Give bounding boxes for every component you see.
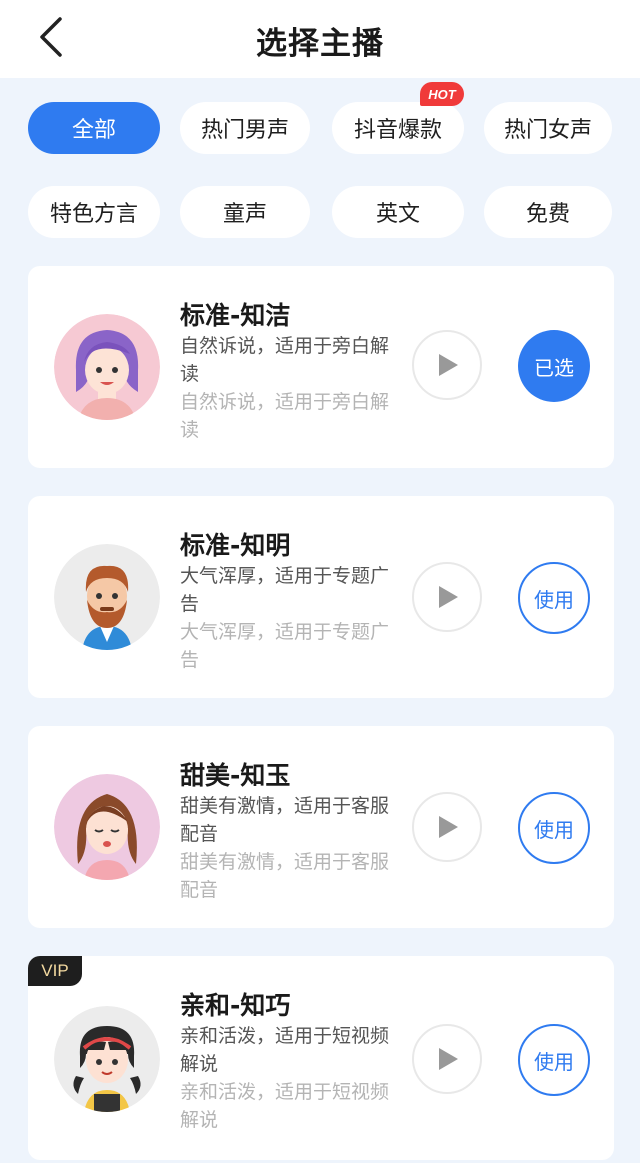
play-icon	[439, 354, 458, 376]
filter-chip-child[interactable]: 童声	[180, 186, 310, 238]
filter-chip-dialect[interactable]: 特色方言	[28, 186, 160, 238]
play-button[interactable]	[412, 792, 482, 862]
voice-description-secondary: 亲和活泼，适用于短视频解说	[180, 1081, 390, 1131]
page-title: 选择主播	[256, 26, 384, 62]
filter-chip-hot-male[interactable]: 热门男声	[180, 102, 310, 154]
use-button[interactable]: 使用	[518, 792, 590, 864]
play-button[interactable]	[412, 1024, 482, 1094]
play-button[interactable]	[412, 330, 482, 400]
sweet-girl-avatar-icon	[54, 774, 160, 880]
voice-name: 标准-知明	[180, 531, 291, 560]
voice-description-secondary: 甜美有激情，适用于客服配音	[180, 851, 390, 901]
voice-description-secondary: 自然诉说，适用于旁白解读	[180, 391, 390, 441]
use-button[interactable]: 使用	[518, 1024, 590, 1096]
voice-name: 甜美-知玉	[180, 761, 291, 790]
voice-card[interactable]: 甜美-知玉 甜美有激情，适用于客服配音 甜美有激情，适用于客服配音 使用	[28, 726, 614, 928]
header-bar: 选择主播	[0, 0, 640, 78]
child-girl-avatar-icon	[54, 1006, 160, 1112]
female-purple-hair-avatar-icon	[54, 314, 160, 420]
voice-description: 大气浑厚，适用于专题广告	[180, 565, 390, 615]
play-icon	[439, 1048, 458, 1070]
hot-badge: HOT	[420, 82, 464, 106]
avatar	[54, 1006, 160, 1112]
voice-description: 亲和活泼，适用于短视频解说	[180, 1025, 390, 1075]
play-button[interactable]	[412, 562, 482, 632]
voice-card[interactable]: 标准-知洁 自然诉说，适用于旁白解读 自然诉说，适用于旁白解读 已选	[28, 266, 614, 468]
filter-chip-english[interactable]: 英文	[332, 186, 464, 238]
voice-card[interactable]: 亲和-知巧 亲和活泼，适用于短视频解说 亲和活泼，适用于短视频解说 使用	[28, 956, 614, 1160]
filter-chip-hot-female[interactable]: 热门女声	[484, 102, 612, 154]
voice-description: 甜美有激情，适用于客服配音	[180, 795, 390, 845]
avatar	[54, 314, 160, 420]
use-button[interactable]: 使用	[518, 562, 590, 634]
avatar	[54, 774, 160, 880]
voice-description-secondary: 大气浑厚，适用于专题广告	[180, 621, 390, 671]
vip-badge: VIP	[28, 956, 82, 986]
filter-chip-douyin-hits[interactable]: 抖音爆款	[332, 102, 464, 154]
filter-chip-all[interactable]: 全部	[28, 102, 160, 154]
voice-name: 标准-知洁	[180, 301, 291, 330]
play-icon	[439, 816, 458, 838]
avatar	[54, 544, 160, 650]
bearded-man-avatar-icon	[54, 544, 160, 650]
play-icon	[439, 586, 458, 608]
voice-description: 自然诉说，适用于旁白解读	[180, 335, 390, 385]
selected-button[interactable]: 已选	[518, 330, 590, 402]
voice-card[interactable]: 标准-知明 大气浑厚，适用于专题广告 大气浑厚，适用于专题广告 使用	[28, 496, 614, 698]
filter-chip-free[interactable]: 免费	[484, 186, 612, 238]
voice-name: 亲和-知巧	[180, 991, 291, 1020]
